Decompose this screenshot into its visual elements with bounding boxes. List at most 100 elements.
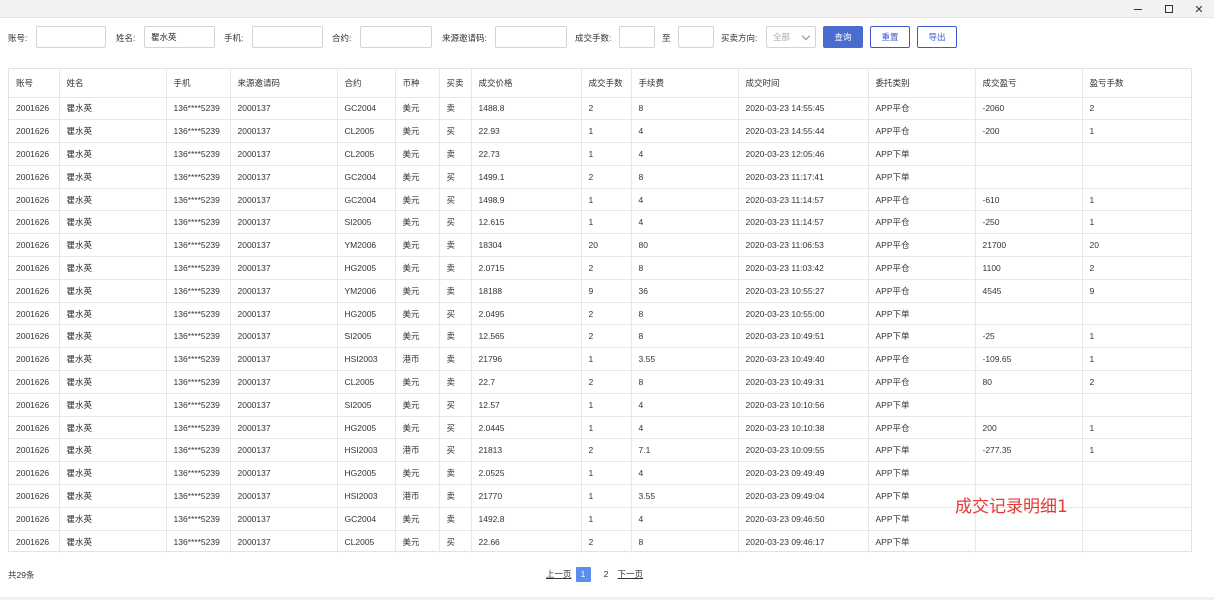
invite-code-input[interactable]: [495, 26, 567, 48]
name-input[interactable]: [144, 26, 215, 48]
table-row[interactable]: 2001626 瞿水英 136****5239 2000137 GC2004 美元卖 148…: [9, 97, 1192, 121]
table-row[interactable]: 2001626 瞿水英 136****5239 2000137 HSI2003 港币买 21…: [9, 438, 1192, 463]
filter-bar: 账号: 姓名: 手机: 合约: 来源邀请码: 成交手数: 至 买卖方向: 全部 …: [0, 26, 1214, 50]
table-cell: HSI2003: [337, 438, 396, 463]
table-cell: 1: [581, 484, 632, 508]
table-row[interactable]: 2001626 瞿水英 136****5239 2000137 YM2006 美元卖 181…: [9, 279, 1192, 303]
table-cell: APP下单: [868, 142, 976, 166]
table-row[interactable]: 2001626 瞿水英 136****5239 2000137 GC2004 美元买 149…: [9, 188, 1192, 212]
table-row[interactable]: 2001626 瞿水英 136****5239 2000137 CL2005 美元卖 22.…: [9, 142, 1192, 166]
table-cell: 200: [975, 416, 1083, 440]
column-header: 账号: [9, 69, 60, 98]
table-cell: CL2005: [337, 530, 396, 553]
prev-page-link[interactable]: 上一页: [546, 568, 572, 580]
table-cell: 2001626: [9, 530, 60, 553]
table-cell: 2020-03-23 10:10:56: [738, 393, 869, 417]
minimize-button[interactable]: [1122, 0, 1154, 18]
column-header: 成交手数: [581, 69, 632, 98]
table-row[interactable]: 2001626 瞿水英 136****5239 2000137 CL2005 美元买 22.…: [9, 530, 1192, 553]
page-number-2[interactable]: 2: [599, 567, 614, 582]
table-row[interactable]: 2001626 瞿水英 136****5239 2000137 HG2005 美元买 2.0…: [9, 416, 1192, 440]
table-cell: 2: [581, 97, 632, 121]
table-cell: 买: [439, 438, 472, 463]
table-cell: 7.1: [631, 438, 739, 463]
table-cell: 136****5239: [166, 324, 231, 349]
table-cell: 瞿水英: [59, 347, 167, 372]
contract-label: 合约:: [332, 33, 352, 43]
table-cell: 1: [581, 119, 632, 144]
table-row[interactable]: 2001626 瞿水英 136****5239 2000137 GC2004 美元买 149…: [9, 165, 1192, 189]
table-cell: 2000137: [230, 484, 338, 508]
table-cell: 卖: [439, 142, 472, 166]
table-cell: 2000137: [230, 347, 338, 372]
table-cell: 8: [631, 530, 739, 553]
table-cell: 8: [631, 302, 739, 326]
table-cell: 2: [581, 302, 632, 326]
table-cell: 美元: [395, 530, 440, 553]
table-cell: 2001626: [9, 188, 60, 212]
table-cell: 1: [581, 416, 632, 440]
lots-to-input[interactable]: [678, 26, 714, 48]
direction-select-value: 全部: [773, 32, 791, 42]
table-cell: 1: [581, 393, 632, 417]
table-cell: APP下单: [868, 530, 976, 553]
table-cell: 2020-03-23 10:09:55: [738, 438, 869, 463]
query-button[interactable]: 查询: [823, 26, 863, 48]
table-row[interactable]: 2001626 瞿水英 136****5239 2000137 CL2005 美元买 22.…: [9, 119, 1192, 144]
table-cell: 瞿水英: [59, 393, 167, 417]
table-cell: HG2005: [337, 416, 396, 440]
lots-from-input[interactable]: [619, 26, 655, 48]
direction-select[interactable]: 全部: [766, 26, 816, 48]
table-cell: 20: [1082, 233, 1192, 258]
table-row[interactable]: 2001626 瞿水英 136****5239 2000137 SI2005 美元买 12.…: [9, 210, 1192, 235]
table-cell: 美元: [395, 461, 440, 486]
table-cell: [1082, 165, 1192, 189]
table-cell: 2000137: [230, 165, 338, 189]
column-header: 盈亏手数: [1082, 69, 1192, 98]
table-cell: 4: [631, 142, 739, 166]
table-cell: 港币: [395, 438, 440, 463]
contract-input[interactable]: [360, 26, 432, 48]
reset-button[interactable]: 重置: [870, 26, 910, 48]
table-cell: APP下单: [868, 165, 976, 189]
table-cell: [1082, 484, 1192, 508]
table-cell: 2020-03-23 10:55:27: [738, 279, 869, 303]
maximize-button[interactable]: [1153, 0, 1185, 18]
table-cell: 买: [439, 393, 472, 417]
table-cell: [975, 302, 1083, 326]
table-cell: 港币: [395, 347, 440, 372]
table-cell: 2: [581, 256, 632, 280]
table-cell: 瞿水英: [59, 302, 167, 326]
table-cell: 2020-03-23 10:49:40: [738, 347, 869, 372]
table-cell: 2020-03-23 10:55:00: [738, 302, 869, 326]
table-cell: 1: [1082, 347, 1192, 372]
table-row[interactable]: 2001626 瞿水英 136****5239 2000137 CL2005 美元卖 22.…: [9, 370, 1192, 394]
account-input[interactable]: [36, 26, 106, 48]
table-row[interactable]: 2001626 瞿水英 136****5239 2000137 HG2005 美元卖 2.0…: [9, 256, 1192, 280]
table-row[interactable]: 2001626 瞿水英 136****5239 2000137 HG2005 美元买 2.0…: [9, 302, 1192, 326]
page-number-1[interactable]: 1: [575, 566, 591, 582]
next-page-link[interactable]: 下一页: [618, 568, 644, 580]
total-count: 共29条: [8, 570, 35, 580]
close-button[interactable]: ✕: [1183, 0, 1214, 18]
table-cell: APP平仓: [868, 97, 976, 121]
export-button[interactable]: 导出: [917, 26, 957, 48]
chevron-down-icon: [801, 31, 811, 41]
account-label: 账号:: [8, 33, 28, 43]
table-cell: 2000137: [230, 370, 338, 394]
table-row[interactable]: 2001626 瞿水英 136****5239 2000137 SI2005 美元卖 12.…: [9, 324, 1192, 349]
table-cell: 买: [439, 302, 472, 326]
table-cell: 1: [581, 347, 632, 372]
table-row[interactable]: 2001626 瞿水英 136****5239 2000137 SI2005 美元买 12.…: [9, 393, 1192, 417]
table-row[interactable]: 2001626 瞿水英 136****5239 2000137 HG2005 美元卖 2.0…: [9, 461, 1192, 486]
table-cell: 136****5239: [166, 119, 231, 144]
table-cell: [975, 142, 1083, 166]
table-cell: 2001626: [9, 461, 60, 486]
phone-input[interactable]: [252, 26, 323, 48]
table-cell: -277.35: [975, 438, 1083, 463]
table-row[interactable]: 2001626 瞿水英 136****5239 2000137 HSI2003 港币卖 21…: [9, 347, 1192, 372]
table-row[interactable]: 2001626 瞿水英 136****5239 2000137 YM2006 美元卖 183…: [9, 233, 1192, 258]
table-cell: 卖: [439, 256, 472, 280]
table-cell: APP平仓: [868, 279, 976, 303]
table-cell: 瞿水英: [59, 370, 167, 394]
